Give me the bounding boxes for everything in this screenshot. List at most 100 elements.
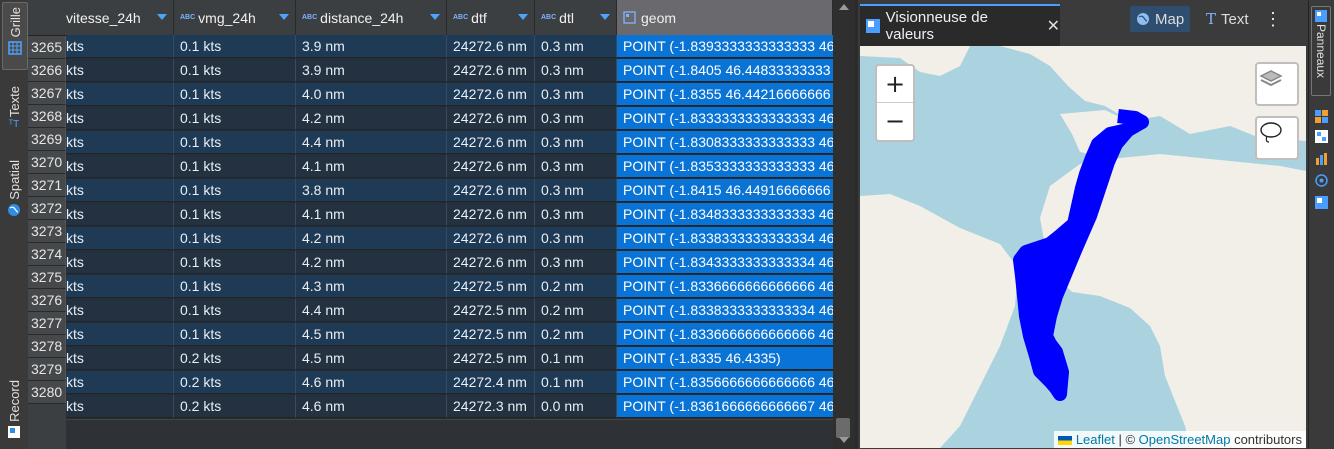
table-cell[interactable]: kts (66, 227, 174, 250)
table-cell[interactable]: POINT (-1.8308333333333333 46 (617, 131, 833, 154)
table-cell[interactable]: kts (66, 83, 174, 106)
table-cell[interactable]: kts (66, 299, 174, 322)
map-toggle-button[interactable]: Map (1130, 6, 1191, 32)
dashboard-icon[interactable] (1315, 110, 1328, 123)
table-cell[interactable]: 0.3 nm (535, 59, 617, 82)
table-cell[interactable]: 4.3 nm (296, 275, 447, 298)
table-cell[interactable]: 24272.6 nm (447, 131, 535, 154)
table-cell[interactable]: kts (66, 131, 174, 154)
table-cell[interactable]: kts (66, 107, 174, 130)
table-cell[interactable]: 0.1 kts (174, 251, 296, 274)
close-icon[interactable]: ✕ (1047, 16, 1060, 36)
table-cell[interactable]: POINT (-1.8338333333333334 46 (617, 299, 833, 322)
table-cell[interactable]: 0.1 nm (535, 371, 617, 394)
table-row[interactable]: kts 0.1 kts 4.0 nm 24272.6 nm 0.3 nm POINT (-… (66, 83, 833, 106)
row-number[interactable]: 3270 (28, 151, 66, 174)
table-cell[interactable]: 3.9 nm (296, 59, 447, 82)
table-cell[interactable]: POINT (-1.8405 46.44833333333 (617, 59, 833, 82)
table-cell[interactable]: kts (66, 35, 174, 58)
table-row[interactable]: kts 0.1 kts 4.2 nm 24272.6 nm 0.3 nm POINT (-… (66, 251, 833, 274)
table-cell[interactable]: 0.3 nm (535, 227, 617, 250)
column-header-dtl[interactable]: ABC dtl (535, 0, 617, 35)
table-cell[interactable]: 0.2 kts (174, 371, 296, 394)
table-cell[interactable]: kts (66, 203, 174, 226)
table-cell[interactable]: 0.3 nm (535, 83, 617, 106)
table-cell[interactable]: 4.2 nm (296, 227, 447, 250)
table-row[interactable]: kts 0.1 kts 4.1 nm 24272.6 nm 0.3 nm POINT (-… (66, 203, 833, 226)
table-cell[interactable]: 0.1 kts (174, 131, 296, 154)
row-number[interactable]: 3266 (28, 59, 66, 82)
table-cell[interactable]: POINT (-1.8348333333333333 46 (617, 203, 833, 226)
scroll-down-icon[interactable] (839, 437, 849, 443)
table-cell[interactable]: 0.3 nm (535, 203, 617, 226)
table-cell[interactable]: 0.2 nm (535, 275, 617, 298)
table-cell[interactable]: 4.0 nm (296, 83, 447, 106)
table-row[interactable]: kts 0.1 kts 4.5 nm 24272.5 nm 0.2 nm POINT (-… (66, 323, 833, 346)
row-number[interactable]: 3265 (28, 36, 66, 59)
row-number[interactable]: 3280 (28, 381, 66, 404)
table-cell[interactable]: 0.1 kts (174, 275, 296, 298)
table-row[interactable]: kts 0.2 kts 4.5 nm 24272.5 nm 0.1 nm POINT (-… (66, 347, 833, 370)
sort-arrow-icon[interactable] (518, 14, 528, 20)
table-cell[interactable]: 0.1 kts (174, 227, 296, 250)
table-row[interactable]: kts 0.2 kts 4.6 nm 24272.4 nm 0.1 nm POINT (-… (66, 371, 833, 394)
table-cell[interactable]: 0.3 nm (535, 251, 617, 274)
row-number[interactable]: 3278 (28, 335, 66, 358)
layers-button[interactable] (1255, 62, 1299, 106)
table-cell[interactable]: 4.1 nm (296, 203, 447, 226)
table-cell[interactable]: 4.5 nm (296, 323, 447, 346)
table-cell[interactable]: 24272.6 nm (447, 179, 535, 202)
sort-arrow-icon[interactable] (600, 14, 610, 20)
row-number[interactable]: 3268 (28, 105, 66, 128)
row-number[interactable]: 3276 (28, 289, 66, 312)
bar-chart-icon[interactable] (1315, 152, 1328, 165)
window-icon[interactable] (1315, 196, 1328, 209)
table-cell[interactable]: 24272.6 nm (447, 107, 535, 130)
table-cell[interactable]: 0.3 nm (535, 131, 617, 154)
table-cell[interactable]: 24272.6 nm (447, 227, 535, 250)
column-header-vmg[interactable]: ABC vmg_24h (174, 0, 296, 35)
table-cell[interactable]: kts (66, 395, 174, 418)
table-cell[interactable]: 4.4 nm (296, 299, 447, 322)
table-cell[interactable]: 24272.6 nm (447, 35, 535, 58)
table-cell[interactable]: 4.4 nm (296, 131, 447, 154)
table-cell[interactable]: 4.1 nm (296, 155, 447, 178)
column-header-dtf[interactable]: ABC dtf (447, 0, 535, 35)
table-cell[interactable]: 24272.5 nm (447, 347, 535, 370)
tab-record[interactable]: Record (2, 380, 26, 448)
table-cell[interactable]: 0.1 kts (174, 83, 296, 106)
table-cell[interactable]: POINT (-1.8353333333333333 46 (617, 155, 833, 178)
table-cell[interactable]: 3.8 nm (296, 179, 447, 202)
compass-icon[interactable] (1315, 174, 1328, 187)
table-cell[interactable]: 24272.6 nm (447, 83, 535, 106)
table-cell[interactable]: 0.1 kts (174, 299, 296, 322)
table-cell[interactable]: 0.3 nm (535, 155, 617, 178)
row-number[interactable]: 3274 (28, 243, 66, 266)
tab-spatial[interactable]: Spatial (2, 160, 26, 230)
table-row[interactable]: kts 0.1 kts 4.2 nm 24272.6 nm 0.3 nm POINT (-… (66, 227, 833, 250)
table-cell[interactable]: 4.2 nm (296, 107, 447, 130)
table-cell[interactable]: POINT (-1.8343333333333334 46 (617, 251, 833, 274)
osm-link[interactable]: OpenStreetMap (1139, 432, 1231, 447)
table-cell[interactable]: 0.2 nm (535, 323, 617, 346)
column-header-distance[interactable]: ABC distance_24h (296, 0, 447, 35)
table-cell[interactable]: kts (66, 323, 174, 346)
tab-grille[interactable]: Grille (2, 2, 28, 70)
text-toggle-button[interactable]: T Text (1200, 6, 1255, 32)
table-cell[interactable]: 0.2 kts (174, 347, 296, 370)
table-cell[interactable]: 0.2 nm (535, 299, 617, 322)
row-number[interactable]: 3277 (28, 312, 66, 335)
column-header-geom[interactable]: geom (617, 0, 833, 35)
table-cell[interactable]: POINT (-1.8333333333333333 46 (617, 107, 833, 130)
table-cell[interactable]: 4.5 nm (296, 347, 447, 370)
row-number[interactable]: 3272 (28, 197, 66, 220)
column-header-vitesse[interactable]: vitesse_24h (66, 0, 174, 35)
table-cell[interactable]: 24272.5 nm (447, 299, 535, 322)
table-cell[interactable]: POINT (-1.8361666666666667 46 (617, 395, 833, 418)
table-cell[interactable]: POINT (-1.8336666666666666 46 (617, 323, 833, 346)
table-cell[interactable]: 24272.6 nm (447, 59, 535, 82)
row-number[interactable]: 3275 (28, 266, 66, 289)
zoom-out-button[interactable]: − (877, 103, 913, 139)
row-number[interactable]: 3269 (28, 128, 66, 151)
table-cell[interactable]: 0.1 nm (535, 347, 617, 370)
